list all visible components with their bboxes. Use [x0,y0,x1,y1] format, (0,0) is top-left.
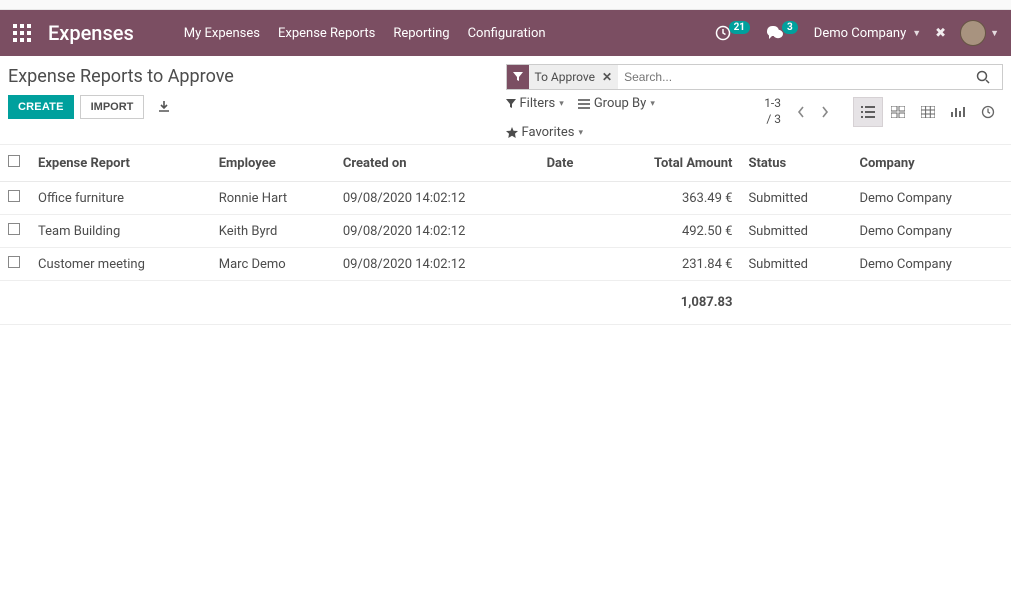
total-amount: 1,087.83 [602,281,741,325]
cell-status: Submitted [740,215,851,248]
browser-chrome-strip [0,0,1011,10]
cell-employee: Ronnie Hart [211,182,335,215]
activities-button[interactable]: 21 [715,25,752,41]
cell-amount: 492.50 € [602,215,741,248]
view-activity-button[interactable] [973,97,1003,127]
nav-configuration[interactable]: Configuration [468,26,546,41]
view-kanban-button[interactable] [883,97,913,127]
cell-created: 09/08/2020 14:02:12 [335,248,539,281]
pager-text[interactable]: 1-3 / 3 [764,96,781,127]
col-created[interactable]: Created on [335,145,539,182]
table-header-row: Expense Report Employee Created on Date … [0,145,1011,182]
view-graph-button[interactable] [943,97,973,127]
view-list-button[interactable] [853,97,883,127]
search-facet: To Approve ✕ [507,65,619,89]
import-button[interactable]: IMPORT [80,95,145,119]
cell-amount: 231.84 € [602,248,741,281]
app-brand[interactable]: Expenses [40,21,164,45]
cell-report: Office furniture [30,182,211,215]
nav-right: 21 3 Demo Company ▼ ✖ ▼ [715,20,1007,46]
nav-reporting[interactable]: Reporting [393,26,449,41]
view-pivot-button[interactable] [913,97,943,127]
navbar: Expenses My Expenses Expense Reports Rep… [0,10,1011,56]
search-icon[interactable] [976,70,1002,84]
cell-status: Submitted [740,248,851,281]
company-name: Demo Company [814,26,906,41]
funnel-icon [507,65,529,89]
cell-report: Team Building [30,215,211,248]
table-total-row: 1,087.83 [0,281,1011,325]
star-icon [506,127,518,138]
favorites-dropdown[interactable]: Favorites ▾ [506,125,747,140]
groupby-dropdown[interactable]: Group By ▾ [578,96,655,111]
cell-company: Demo Company [851,182,1011,215]
chevron-left-icon [797,106,805,118]
search-bar: To Approve ✕ [506,64,1004,90]
pager-next-button[interactable] [813,100,837,124]
cell-employee: Keith Byrd [211,215,335,248]
cell-status: Submitted [740,182,851,215]
expense-reports-table: Expense Report Employee Created on Date … [0,145,1011,325]
list-icon [861,106,875,118]
search-input[interactable] [618,70,976,84]
nav-my-expenses[interactable]: My Expenses [184,26,260,41]
avatar [960,20,986,46]
caret-down-icon: ▼ [912,28,921,39]
cell-created: 09/08/2020 14:02:12 [335,215,539,248]
clock-icon [981,105,995,119]
cell-company: Demo Company [851,248,1011,281]
download-icon [158,101,170,113]
row-checkbox[interactable] [8,190,20,202]
table-row[interactable]: Team BuildingKeith Byrd09/08/2020 14:02:… [0,215,1011,248]
cell-amount: 363.49 € [602,182,741,215]
filter-row: Filters ▾ Group By ▾ Favorites ▾ 1-3 / 3 [506,96,1004,140]
row-checkbox[interactable] [8,223,20,235]
cell-report: Customer meeting [30,248,211,281]
facet-label: To Approve ✕ [529,65,619,89]
list-icon [578,99,590,109]
caret-down-icon: ▼ [990,28,999,39]
cell-employee: Marc Demo [211,248,335,281]
download-button[interactable] [150,96,178,118]
company-switcher[interactable]: Demo Company ▼ [814,26,921,41]
apps-icon[interactable] [4,10,40,56]
kanban-icon [891,106,905,118]
row-checkbox[interactable] [8,256,20,268]
col-report[interactable]: Expense Report [30,145,211,182]
debug-icon[interactable]: ✖ [935,26,946,41]
facet-remove-button[interactable]: ✕ [595,70,612,84]
page-title: Expense Reports to Approve [8,64,506,95]
nav-links: My Expenses Expense Reports Reporting Co… [164,26,715,41]
caret-down-icon: ▾ [650,99,655,109]
create-button[interactable]: CREATE [8,95,74,119]
funnel-icon [506,99,516,109]
cell-date [539,215,602,248]
col-amount[interactable]: Total Amount [602,145,741,182]
control-panel: Expense Reports to Approve CREATE IMPORT… [0,56,1011,145]
messages-count: 3 [782,21,798,34]
caret-down-icon: ▾ [578,128,583,138]
caret-down-icon: ▾ [559,99,564,109]
chevron-right-icon [821,106,829,118]
cell-company: Demo Company [851,215,1011,248]
select-all-checkbox[interactable] [8,155,20,167]
grid-icon [921,106,935,118]
pager-prev-button[interactable] [789,100,813,124]
col-company[interactable]: Company [851,145,1011,182]
activities-count: 21 [729,21,750,34]
messages-button[interactable]: 3 [766,25,800,41]
filters-dropdown[interactable]: Filters ▾ [506,96,564,111]
bar-chart-icon [951,106,965,118]
nav-expense-reports[interactable]: Expense Reports [278,26,375,41]
cell-date [539,182,602,215]
cell-date [539,248,602,281]
col-employee[interactable]: Employee [211,145,335,182]
table-row[interactable]: Customer meetingMarc Demo09/08/2020 14:0… [0,248,1011,281]
cell-created: 09/08/2020 14:02:12 [335,182,539,215]
table-row[interactable]: Office furnitureRonnie Hart09/08/2020 14… [0,182,1011,215]
col-date[interactable]: Date [539,145,602,182]
user-menu[interactable]: ▼ [960,20,999,46]
col-status[interactable]: Status [740,145,851,182]
